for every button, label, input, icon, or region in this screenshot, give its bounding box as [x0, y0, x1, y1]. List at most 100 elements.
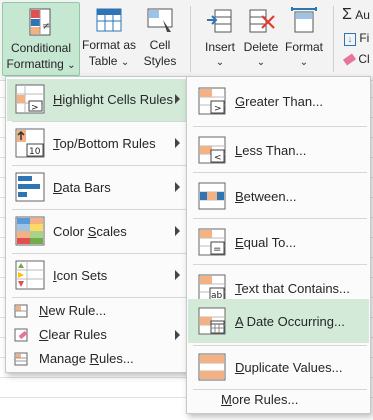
cell-styles-icon — [145, 6, 175, 34]
format-as-table-line2: Table ⌄ — [88, 54, 130, 68]
chevron-down-icon: ⌄ — [67, 60, 76, 71]
submenu-arrow-icon — [175, 270, 180, 280]
format-button[interactable]: Format ⌄ — [283, 6, 325, 71]
between-icon — [198, 182, 226, 210]
format-as-table-icon — [94, 6, 124, 34]
submenu-item-greater-than[interactable]: > Greater Than... — [188, 79, 369, 124]
submenu-item-label: More Rules... — [221, 392, 299, 407]
cell-styles-button[interactable]: Cell Styles ⌄ — [138, 6, 182, 87]
menu-separator — [193, 264, 367, 265]
menu-item-label: New Rule... — [39, 303, 107, 318]
insert-icon — [205, 6, 235, 36]
submenu-arrow-icon — [175, 226, 180, 236]
chevron-down-icon: ⌄ — [215, 57, 225, 68]
cf-label-line2: Formatting ⌄ — [6, 57, 76, 71]
menu-item-label: Highlight Cells Rules — [53, 92, 173, 107]
submenu-item-duplicate-values[interactable]: Duplicate Values... — [188, 345, 369, 390]
menu-separator — [12, 121, 186, 122]
menu-item-new-rule[interactable]: New Rule... — [7, 299, 188, 323]
menu-item-top-bottom-rules[interactable]: 10 Top/Bottom Rules — [7, 123, 188, 165]
menu-item-label: Clear Rules — [39, 327, 107, 342]
menu-separator — [193, 218, 367, 219]
submenu-item-equal-to[interactable]: = Equal To... — [188, 220, 369, 265]
fill-button[interactable]: ↓ Fi — [344, 31, 369, 46]
svg-text:>: > — [31, 103, 39, 113]
equal-to-icon: = — [198, 228, 226, 256]
delete-button[interactable]: Delete ⌄ — [241, 6, 281, 71]
ribbon-divider — [333, 6, 334, 72]
svg-text:10: 10 — [29, 147, 41, 157]
highlight-cells-icon: > — [15, 84, 45, 114]
menu-item-clear-rules[interactable]: Clear Rules — [7, 323, 188, 347]
data-bars-icon — [15, 172, 45, 202]
insert-button[interactable]: Insert ⌄ — [198, 6, 242, 71]
svg-text:>: > — [214, 104, 222, 114]
clear-button[interactable]: Cl — [342, 52, 370, 66]
submenu-item-label: Text that Contains... — [235, 281, 350, 296]
submenu-arrow-icon — [175, 330, 180, 340]
submenu-item-label: Equal To... — [235, 235, 297, 250]
top-bottom-icon: 10 — [15, 128, 45, 158]
svg-text:≠: ≠ — [42, 21, 50, 32]
format-label: Format — [284, 40, 323, 54]
submenu-item-between[interactable]: Between... — [188, 174, 369, 219]
fill-label: Fi — [359, 31, 370, 45]
svg-text:=: = — [213, 244, 221, 255]
color-scales-icon — [15, 216, 45, 246]
icon-sets-icon — [15, 260, 45, 290]
highlight-cells-submenu: > Greater Than... < Less Than... Between… — [186, 76, 371, 414]
format-as-table-button[interactable]: Format as Table ⌄ — [82, 6, 136, 71]
menu-separator — [12, 165, 186, 166]
chevron-down-icon: ⌄ — [299, 57, 309, 68]
menu-item-manage-rules[interactable]: Manage Rules... — [7, 347, 188, 371]
format-as-table-line1: Format as — [82, 38, 137, 52]
menu-item-highlight-cells-rules[interactable]: > Highlight Cells Rules — [7, 79, 188, 121]
svg-text:<: < — [214, 153, 222, 163]
menu-item-data-bars[interactable]: Data Bars — [7, 167, 188, 209]
submenu-arrow-icon — [175, 138, 180, 148]
submenu-item-less-than[interactable]: < Less Than... — [188, 128, 369, 173]
menu-item-label: Icon Sets — [53, 268, 108, 283]
autosum-button[interactable]: Σ Au — [342, 6, 370, 24]
submenu-arrow-icon — [175, 182, 180, 192]
menu-item-label: Color Scales — [53, 224, 127, 239]
menu-item-label: Data Bars — [53, 180, 111, 195]
conditional-formatting-menu: > Highlight Cells Rules 10 Top/Bottom Ru… — [5, 76, 190, 373]
chevron-down-icon: ⌄ — [256, 57, 266, 68]
menu-separator — [12, 297, 186, 298]
menu-separator — [193, 126, 367, 127]
menu-item-label: Top/Bottom Rules — [53, 136, 156, 151]
menu-item-color-scales[interactable]: Color Scales — [7, 211, 188, 253]
fill-down-icon: ↓ — [344, 33, 356, 46]
cf-label-line1: Conditional — [10, 41, 72, 55]
ribbon-divider — [190, 6, 191, 72]
ribbon: ≠ Conditional Formatting ⌄ Format as Tab… — [0, 0, 373, 84]
menu-separator — [193, 172, 367, 173]
chevron-down-icon: ⌄ — [120, 57, 130, 68]
new-rule-icon — [14, 304, 28, 318]
clear-label: Cl — [358, 52, 370, 66]
greater-than-icon: > — [198, 87, 226, 115]
clear-rules-icon — [14, 328, 28, 342]
text-contains-icon: ab — [198, 274, 226, 302]
conditional-formatting-button[interactable]: ≠ Conditional Formatting ⌄ — [2, 2, 80, 76]
menu-separator — [12, 253, 186, 254]
conditional-formatting-icon: ≠ — [26, 7, 56, 37]
duplicate-values-icon — [198, 353, 226, 381]
submenu-item-date-occurring[interactable]: A Date Occurring... — [188, 299, 369, 343]
sigma-icon: Σ — [342, 6, 352, 23]
submenu-item-more-rules[interactable]: More Rules... — [188, 390, 369, 412]
autosum-label: Au — [355, 8, 370, 22]
menu-item-icon-sets[interactable]: Icon Sets — [7, 255, 188, 297]
delete-label: Delete — [243, 40, 279, 54]
eraser-icon — [342, 53, 357, 66]
cell-styles-line1: Cell — [149, 38, 171, 52]
insert-label: Insert — [204, 40, 235, 54]
menu-item-label: Manage Rules... — [39, 351, 134, 366]
submenu-item-label: Between... — [235, 189, 297, 204]
delete-icon — [246, 6, 276, 36]
submenu-item-label: A Date Occurring... — [235, 314, 345, 329]
date-occurring-icon — [198, 307, 226, 335]
format-icon — [289, 6, 319, 36]
submenu-item-label: Greater Than... — [235, 94, 323, 109]
